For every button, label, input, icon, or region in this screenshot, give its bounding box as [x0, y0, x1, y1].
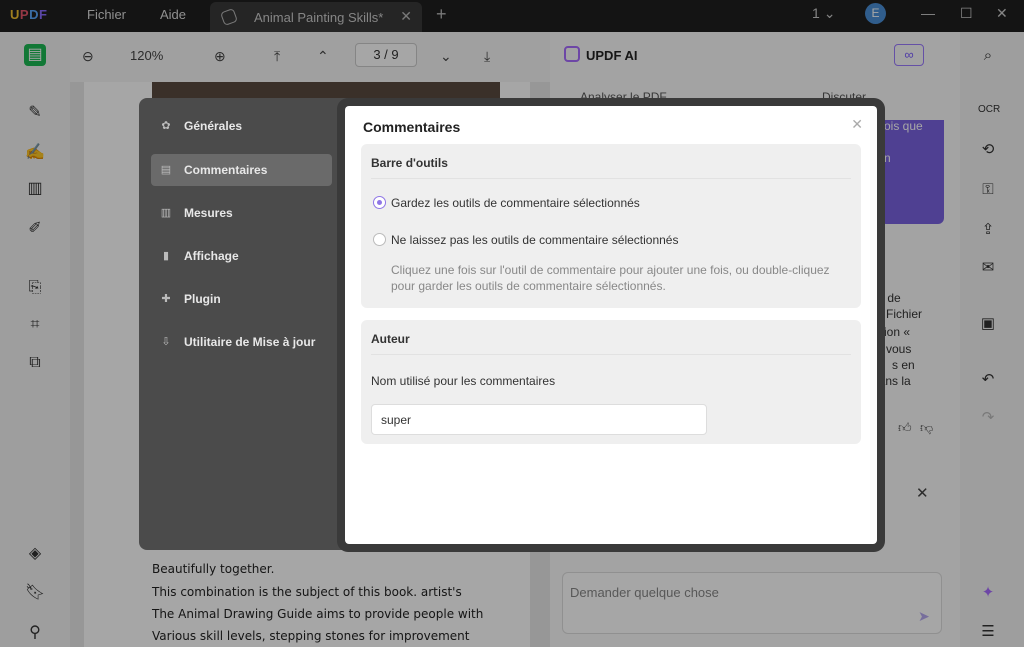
settings-item-measures[interactable]: ▥ Mesures	[151, 197, 332, 229]
close-icon[interactable]: ✕	[851, 116, 863, 133]
settings-item-comments[interactable]: ▤ Commentaires	[151, 154, 332, 186]
author-section: Auteur Nom utilisé pour les commentaires	[361, 320, 861, 444]
settings-item-display[interactable]: ▮ Affichage	[151, 240, 332, 272]
radio-no-keep-tools-label[interactable]: Ne laissez pas les outils de commentaire…	[391, 233, 678, 247]
settings-sidebar: ✿ Générales ▤ Commentaires ▥ Mesures ▮ A…	[139, 98, 349, 550]
settings-item-label: Commentaires	[184, 163, 268, 177]
ruler-icon: ▥	[160, 207, 172, 219]
settings-item-update[interactable]: ⇩ Utilitaire de Mise à jour	[151, 326, 332, 358]
radio-keep-tools-label[interactable]: Gardez les outils de commentaire sélecti…	[391, 196, 640, 210]
section-title: Auteur	[371, 332, 410, 346]
divider	[371, 178, 851, 179]
settings-item-label: Mesures	[184, 206, 233, 220]
dialog-title: Commentaires	[363, 119, 461, 135]
puzzle-icon: ✚	[161, 293, 171, 305]
settings-item-general[interactable]: ✿ Générales	[151, 110, 332, 142]
settings-item-label: Utilitaire de Mise à jour	[184, 335, 316, 349]
radio-keep-tools[interactable]	[373, 196, 386, 209]
divider	[371, 354, 851, 355]
settings-item-label: Plugin	[184, 292, 221, 306]
author-name-input[interactable]	[371, 404, 707, 435]
download-icon: ⇩	[161, 336, 171, 348]
display-icon: ▮	[162, 250, 170, 262]
settings-item-label: Générales	[184, 119, 243, 133]
settings-item-plugin[interactable]: ✚ Plugin	[151, 283, 332, 315]
toolbar-section: Barre d'outils Gardez les outils de comm…	[361, 144, 861, 308]
gear-icon: ✿	[161, 120, 171, 132]
section-title: Barre d'outils	[371, 156, 448, 170]
settings-item-label: Affichage	[184, 249, 239, 263]
settings-dialog: Commentaires ✕ Barre d'outils Gardez les…	[345, 106, 877, 544]
comment-icon: ▤	[160, 164, 172, 176]
hint-text: Cliquez une fois sur l'outil de commenta…	[391, 263, 830, 293]
radio-no-keep-tools[interactable]	[373, 233, 386, 246]
author-name-label: Nom utilisé pour les commentaires	[371, 374, 556, 388]
